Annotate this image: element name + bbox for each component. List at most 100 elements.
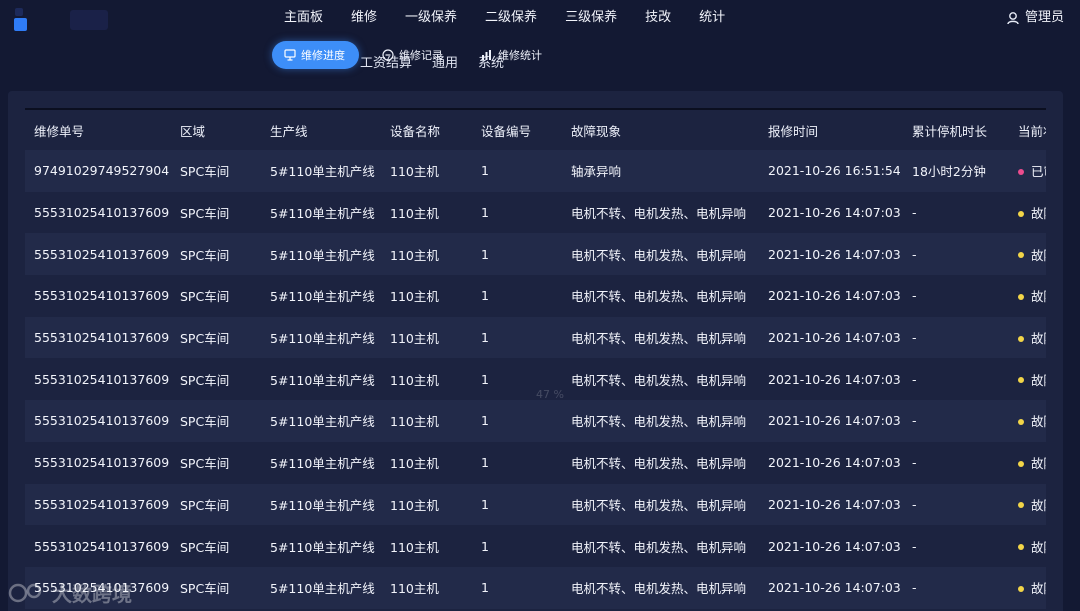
cell-5: 轴承异响 bbox=[562, 150, 759, 192]
tab-repair-progress[interactable]: 维修进度 bbox=[272, 41, 359, 69]
status-text: 故障 bbox=[1031, 206, 1046, 222]
status-dot bbox=[1018, 502, 1024, 509]
table-row[interactable]: 97491029749527904 SPC车间 5#110单主机产线 110主机 1 轴承… bbox=[25, 150, 1046, 192]
status-text: 已审核 bbox=[1031, 164, 1046, 180]
cell-0: 55531025410137609 bbox=[25, 316, 171, 359]
table-row[interactable]: 55531025410137609 SPC车间 5#110单主机产线 110主机 1 电机… bbox=[25, 525, 1046, 567]
table-row[interactable]: 55531025410137609 SPC车间 5#110单主机产线 110主机 1 电机… bbox=[25, 191, 1046, 234]
cell-6: 2021-10-26 14:07:03 bbox=[759, 441, 903, 484]
cell-0: 55531025410137609 bbox=[25, 525, 171, 567]
column-header-4: 设备编号 bbox=[472, 110, 562, 150]
status-text: 故障 bbox=[1031, 289, 1046, 305]
cell-1: SPC车间 bbox=[171, 316, 261, 359]
cell-3: 110主机 bbox=[381, 566, 472, 609]
cell-7: - bbox=[903, 191, 1009, 234]
status-text: 故障 bbox=[1031, 581, 1046, 597]
column-header-5: 故障现象 bbox=[562, 110, 759, 150]
cell-0: 55531025410137609 bbox=[25, 441, 171, 484]
cell-5: 电机不转、电机发热、电机异响 bbox=[562, 233, 759, 276]
status-cell: 故障 bbox=[1009, 233, 1046, 276]
column-header-1: 区域 bbox=[171, 110, 261, 150]
cell-6: 2021-10-26 14:07:03 bbox=[759, 233, 903, 276]
nav-item-5[interactable]: 技改 bbox=[645, 8, 671, 28]
status-cell: 故障 bbox=[1009, 483, 1046, 526]
table-row[interactable]: 55531025410137609 SPC车间 5#110单主机产线 110主机 1 电机… bbox=[25, 275, 1046, 317]
cell-4: 1 bbox=[472, 483, 562, 526]
cell-1: SPC车间 bbox=[171, 275, 261, 317]
status-dot bbox=[1018, 252, 1024, 259]
cell-2: 5#110单主机产线 bbox=[261, 400, 381, 442]
bar-chart-icon bbox=[482, 50, 491, 60]
cell-4: 1 bbox=[472, 233, 562, 276]
nav-item-3[interactable]: 二级保养 bbox=[485, 8, 537, 28]
table-row[interactable]: 55531025410137609 SPC车间 5#110单主机产线 110主机 1 电机… bbox=[25, 441, 1046, 484]
nav-item-2[interactable]: 一级保养 bbox=[405, 8, 457, 28]
tab-repair-record-label: 维修记录 bbox=[399, 49, 443, 62]
tab-repair-record[interactable]: 维修记录 bbox=[382, 47, 443, 63]
status-cell: 故障 bbox=[1009, 566, 1046, 609]
cell-3: 110主机 bbox=[381, 525, 472, 567]
sub-nav: 维修进度 维修记录 维修统计 bbox=[272, 41, 542, 69]
status-cell: 故障 bbox=[1009, 441, 1046, 484]
cell-7: 18小时2分钟 bbox=[903, 150, 1009, 192]
cell-3: 110主机 bbox=[381, 441, 472, 484]
table-row[interactable]: 55531025410137609 SPC车间 5#110单主机产线 110主机 1 电机… bbox=[25, 400, 1046, 442]
user-name: 管理员 bbox=[1024, 10, 1064, 25]
cell-5: 电机不转、电机发热、电机异响 bbox=[562, 483, 759, 526]
table-row[interactable]: 55531025410137609 SPC车间 5#110单主机产线 110主机 1 电机… bbox=[25, 566, 1046, 609]
cell-2: 5#110单主机产线 bbox=[261, 191, 381, 234]
status-cell: 故障 bbox=[1009, 275, 1046, 317]
nav-item-0[interactable]: 主面板 bbox=[284, 8, 323, 28]
nav-item-6[interactable]: 统计 bbox=[699, 8, 725, 28]
table-row[interactable]: 55531025410137609 SPC车间 5#110单主机产线 110主机 1 电机… bbox=[25, 316, 1046, 359]
cell-6: 2021-10-26 16:51:54 bbox=[759, 150, 903, 192]
nav-item-1[interactable]: 维修 bbox=[351, 8, 377, 28]
cell-4: 1 bbox=[472, 525, 562, 567]
cell-4: 1 bbox=[472, 316, 562, 359]
cell-6: 2021-10-26 14:07:03 bbox=[759, 483, 903, 526]
cell-1: SPC车间 bbox=[171, 525, 261, 567]
column-header-8: 当前状态 bbox=[1009, 110, 1046, 150]
loading-percent: 47 % bbox=[536, 388, 564, 401]
app-logo bbox=[12, 6, 112, 32]
status-dot bbox=[1018, 460, 1024, 467]
tab-repair-stats[interactable]: 维修统计 bbox=[481, 47, 542, 63]
monitor-icon bbox=[284, 49, 296, 61]
cell-4: 1 bbox=[472, 191, 562, 234]
clipboard-icon bbox=[382, 49, 394, 61]
cell-1: SPC车间 bbox=[171, 441, 261, 484]
status-cell: 故障 bbox=[1009, 316, 1046, 359]
cell-3: 110主机 bbox=[381, 275, 472, 317]
cell-2: 5#110单主机产线 bbox=[261, 358, 381, 401]
cell-0: 55531025410137609 bbox=[25, 400, 171, 442]
nav-item-4[interactable]: 三级保养 bbox=[565, 8, 617, 28]
status-dot bbox=[1018, 210, 1024, 217]
table-row[interactable]: 55531025410137609 SPC车间 5#110单主机产线 110主机 1 电机… bbox=[25, 483, 1046, 526]
cell-7: - bbox=[903, 233, 1009, 276]
cell-2: 5#110单主机产线 bbox=[261, 441, 381, 484]
column-header-7: 累计停机时长 bbox=[903, 110, 1009, 150]
cell-3: 110主机 bbox=[381, 483, 472, 526]
cell-5: 电机不转、电机发热、电机异响 bbox=[562, 191, 759, 234]
cell-5: 电机不转、电机发热、电机异响 bbox=[562, 316, 759, 359]
status-cell: 故障 bbox=[1009, 191, 1046, 234]
watermark-text: 大数跨境 bbox=[52, 582, 132, 606]
table-row[interactable]: 55531025410137609 SPC车间 5#110单主机产线 110主机 1 电机… bbox=[25, 233, 1046, 276]
status-dot bbox=[1018, 335, 1024, 342]
cell-0: 55531025410137609 bbox=[25, 358, 171, 401]
cell-3: 110主机 bbox=[381, 191, 472, 234]
cell-0: 55531025410137609 bbox=[25, 483, 171, 526]
cell-2: 5#110单主机产线 bbox=[261, 483, 381, 526]
cell-1: SPC车间 bbox=[171, 358, 261, 401]
user-menu[interactable]: 管理员 bbox=[1006, 8, 1064, 28]
cell-4: 1 bbox=[472, 400, 562, 442]
cell-6: 2021-10-26 14:07:03 bbox=[759, 525, 903, 567]
cell-0: 55531025410137609 bbox=[25, 191, 171, 234]
watermark-logo-icon bbox=[8, 583, 42, 602]
tab-repair-progress-label: 维修进度 bbox=[301, 49, 345, 62]
status-text: 故障 bbox=[1031, 372, 1046, 388]
cell-3: 110主机 bbox=[381, 358, 472, 401]
cell-2: 5#110单主机产线 bbox=[261, 316, 381, 359]
cell-4: 1 bbox=[472, 566, 562, 609]
cell-7: - bbox=[903, 358, 1009, 401]
